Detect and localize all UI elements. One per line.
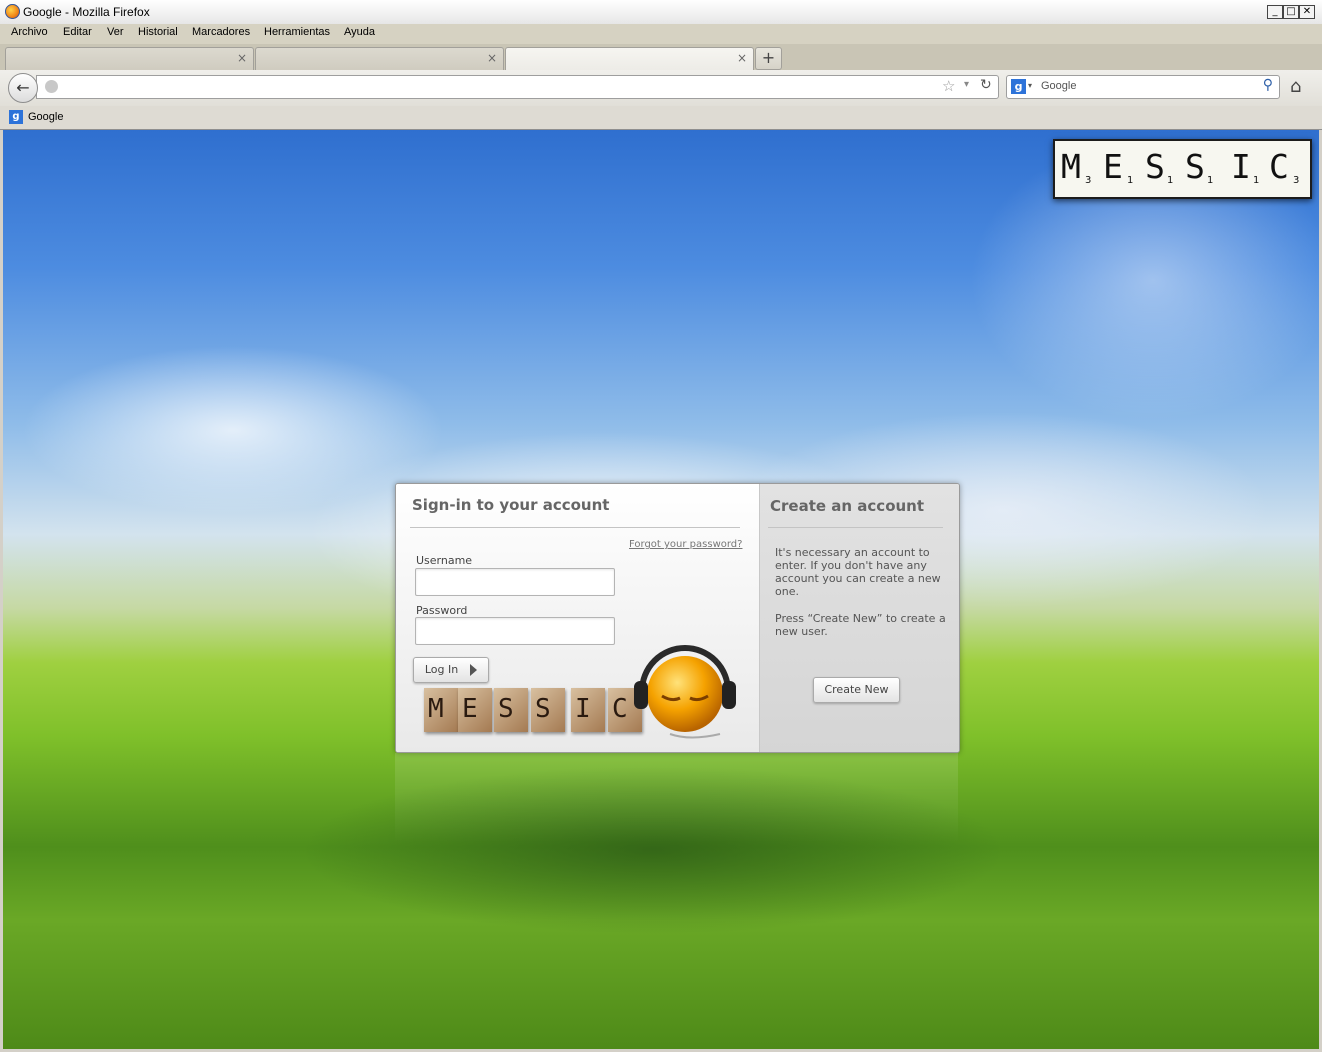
search-icon[interactable]: ⚲ [1263,77,1273,93]
login-button-label: Log In [424,663,459,676]
logo-sub: 1 [1253,175,1260,186]
logo-letter: M [428,694,444,724]
logo-tile: S [494,688,528,732]
logo-tile: M [424,688,458,732]
create-instructions-text: Press “Create New” to create a new user. [775,612,946,638]
bookmark-star-icon[interactable]: ☆ [942,77,955,95]
history-dropdown-icon[interactable]: ▾ [964,79,969,90]
menu-marcadores[interactable]: Marcadores [192,26,250,38]
logo-sub: 3 [1085,175,1092,186]
password-input[interactable] [415,617,615,645]
maximize-button[interactable]: □ [1283,5,1299,19]
arrow-right-icon [470,664,478,676]
forgot-password-link[interactable]: Forgot your password? [629,539,742,550]
menu-historial[interactable]: Historial [138,26,178,38]
logo-sub: 1 [1167,175,1174,186]
username-label: Username [416,554,473,567]
window-title: Google - Mozilla Firefox [23,5,150,19]
logo-letter: I [1231,147,1251,186]
engine-dropdown-icon[interactable]: ▾ [1028,81,1032,90]
password-label: Password [416,604,468,617]
logo-letter: S [535,694,551,724]
signin-title: Sign-in to your account [412,496,610,514]
back-button[interactable]: ← [8,73,38,103]
username-input[interactable] [415,568,615,596]
logo-letter: M [1061,147,1081,186]
tab-strip: × × × [0,44,1322,72]
google-bookmark-icon: g [9,110,23,124]
bookmarks-bar: g Google [0,106,1322,130]
menu-ver[interactable]: Ver [107,26,124,38]
menu-herramientas[interactable]: Herramientas [264,26,330,38]
logo-letter: I [575,694,591,724]
logo-sub: 1 [1207,175,1214,186]
logo-letter: S [498,694,514,724]
search-placeholder: Google [1041,80,1077,92]
tab-close-icon[interactable]: × [487,51,497,65]
create-info-text: It's necessary an account to enter. If y… [775,546,941,598]
logo-letter: C [1269,147,1289,186]
page-content: M 3 E 1 S 1 S 1 I 1 C 3 Sign-in to your … [3,130,1319,1049]
new-tab-button[interactable]: + [755,47,782,70]
navigation-toolbar: ☆ ▾ ↻ ← g ▾ Google ⚲ ⌂ [0,70,1322,106]
logo-tile: S [531,688,565,732]
tab-2[interactable]: × [255,47,504,71]
tab-1[interactable]: × [5,47,254,71]
signin-panel: Sign-in to your account Forgot your pass… [396,484,759,752]
tab-close-icon[interactable]: × [237,51,247,65]
close-button[interactable]: ✕ [1299,5,1315,19]
tab-3-active[interactable]: × [505,47,754,72]
google-engine-icon[interactable]: g [1011,79,1026,94]
login-button[interactable]: Log In [413,657,489,683]
logo-sub: 1 [1127,175,1134,186]
globe-icon [45,80,58,93]
tab-close-icon[interactable]: × [737,51,747,65]
home-icon[interactable]: ⌂ [1290,76,1301,97]
logo-letter: E [1103,147,1123,186]
menubar: Archivo Editar Ver Historial Marcadores … [0,24,1322,44]
divider [410,527,740,528]
menu-ayuda[interactable]: Ayuda [344,26,375,38]
menu-archivo[interactable]: Archivo [11,26,48,38]
divider [768,527,943,528]
logo-letter: C [612,694,628,724]
create-title: Create an account [770,497,925,515]
minimize-button[interactable]: _ [1267,5,1283,19]
logo-letter: E [462,694,478,724]
bookmark-google[interactable]: Google [28,111,63,123]
logo-sub: 3 [1293,175,1300,186]
url-bar[interactable]: ☆ ▾ ↻ [36,75,999,99]
headphones-mascot-icon [634,645,736,739]
logo-letter: S [1145,147,1165,186]
firefox-icon [5,4,20,19]
window-titlebar: Google - Mozilla Firefox _ □ ✕ [0,0,1322,25]
logo-tile: I [571,688,605,732]
logo-tile: E [458,688,492,732]
messic-logo: M 3 E 1 S 1 S 1 I 1 C 3 [1053,139,1312,199]
create-account-panel: Create an account It's necessary an acco… [759,484,959,752]
card-reflection [395,753,958,843]
search-bar[interactable]: g ▾ Google ⚲ [1006,75,1280,99]
login-card: Sign-in to your account Forgot your pass… [395,483,960,753]
create-new-button[interactable]: Create New [813,677,900,703]
reload-icon[interactable]: ↻ [980,77,992,93]
logo-letter: S [1185,147,1205,186]
menu-editar[interactable]: Editar [63,26,92,38]
